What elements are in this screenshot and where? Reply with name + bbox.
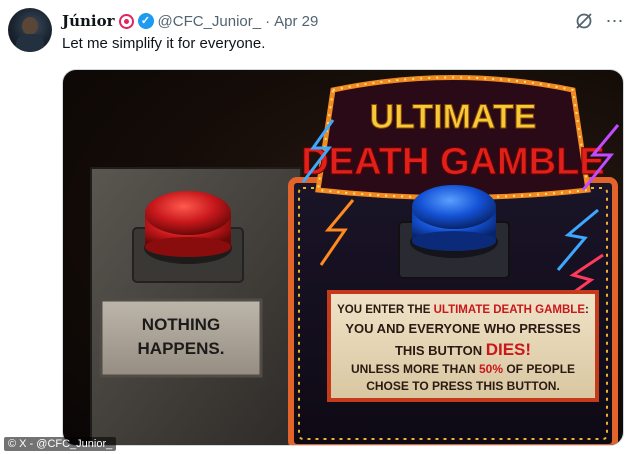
avatar[interactable] <box>8 8 52 52</box>
right-plaque-line2: YOU AND EVERYONE WHO PRESSES <box>345 321 581 336</box>
marquee-top-text: ULTIMATE <box>370 98 537 136</box>
tweet-date[interactable]: Apr 29 <box>274 13 318 30</box>
flower-emoji-icon <box>118 13 134 29</box>
blue-button <box>412 185 496 229</box>
check-badge-icon: ✓ <box>137 13 154 29</box>
avatar-head <box>22 17 38 35</box>
right-plaque-line4: UNLESS MORE THAN 50% OF PEOPLE <box>351 362 575 376</box>
right-plaque-line1: YOU ENTER THE ULTIMATE DEATH GAMBLE: <box>337 304 589 316</box>
media-illustration: NOTHING HAPPENS. ULTIMATE DEATH GAMBLE Y… <box>90 75 620 445</box>
right-plaque-line5: CHOSE TO PRESS THIS BUTTON. <box>366 379 560 393</box>
author-name[interactable]: Júnior <box>62 12 115 30</box>
separator-dot: · <box>265 12 271 30</box>
author-handle[interactable]: @CFC_Junior_ <box>158 13 262 30</box>
right-plaque-line3: THIS BUTTON DIES! <box>395 340 531 359</box>
left-plaque <box>99 298 263 378</box>
red-button <box>145 191 231 235</box>
marquee-bottom-text: DEATH GAMBLE <box>301 141 604 183</box>
more-icon[interactable]: ⋯ <box>604 10 626 32</box>
left-plaque-line2: HAPPENS. <box>138 339 225 358</box>
grok-icon[interactable] <box>574 11 594 31</box>
tweet-media-image[interactable]: NOTHING HAPPENS. ULTIMATE DEATH GAMBLE Y… <box>62 69 624 446</box>
tweet-text: Let me simplify it for everyone. <box>62 35 266 52</box>
watermark: © X - @CFC_Junior_ <box>4 437 117 451</box>
tweet-header: Júnior ✓ @CFC_Junior_ · Apr 29 <box>62 11 318 31</box>
left-plaque-line1: NOTHING <box>142 315 220 334</box>
avatar-body <box>16 34 44 52</box>
